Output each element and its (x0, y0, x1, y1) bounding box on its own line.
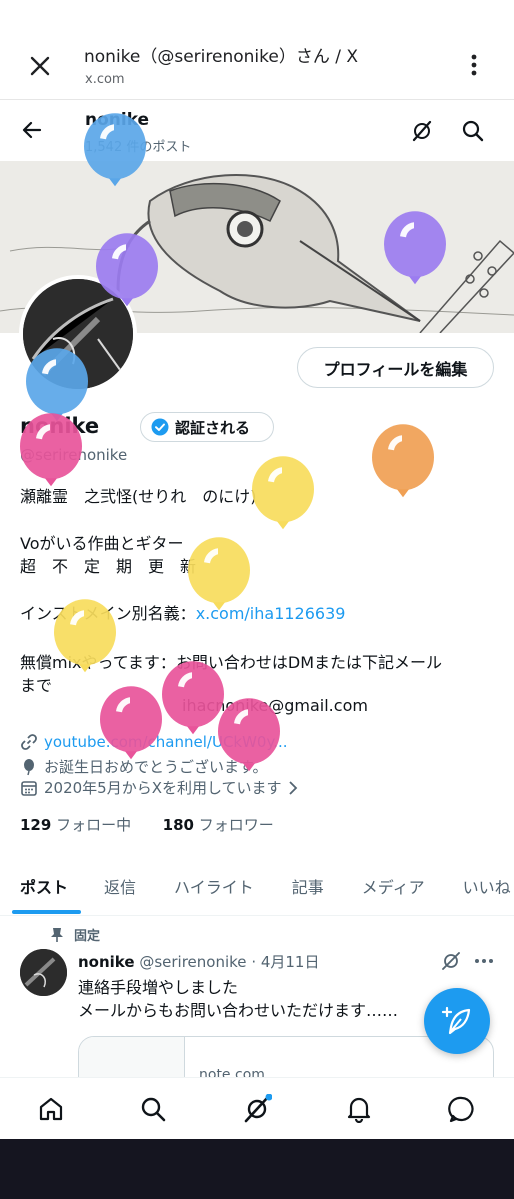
more-vertical-icon[interactable] (462, 50, 486, 80)
browser-url[interactable]: x.com (85, 72, 125, 87)
tab-articles[interactable]: 記事 (292, 858, 362, 914)
balloon (370, 423, 436, 506)
post-handle[interactable]: @serirenonike (139, 953, 246, 971)
tab-highlights[interactable]: ハイライト (174, 858, 292, 914)
balloon (186, 536, 252, 619)
balloon (18, 412, 84, 495)
following-link[interactable]: 129 フォロー中 (20, 816, 131, 834)
system-navigation-bar (0, 1139, 514, 1199)
joined-row[interactable]: 2020年5月からXを利用しています (20, 777, 298, 798)
joined-text: 2020年5月からXを利用しています (44, 779, 282, 797)
grok-icon[interactable] (240, 1092, 274, 1126)
search-icon[interactable] (136, 1092, 170, 1126)
notifications-bell-icon[interactable] (342, 1092, 376, 1126)
post-text-line: 連絡手段増やしました (78, 978, 239, 997)
get-verified-button[interactable]: 認証される (140, 412, 274, 442)
post-author[interactable]: nonike (78, 953, 135, 971)
home-icon[interactable] (34, 1092, 68, 1126)
following-count: 129 (20, 816, 52, 834)
calendar-icon (20, 779, 38, 797)
followers-link[interactable]: 180 フォロワー (163, 816, 274, 834)
get-verified-label: 認証される (175, 418, 251, 437)
balloon (216, 697, 282, 780)
tab-posts[interactable]: ポスト (0, 858, 104, 914)
pinned-text: 固定 (74, 929, 101, 944)
browser-title: nonike（@serirenonike）さん / X (84, 47, 359, 67)
edit-profile-button[interactable]: プロフィールを編集 (297, 347, 494, 388)
chevron-right-icon (288, 780, 298, 795)
pinned-label: 固定 (50, 925, 100, 944)
verified-badge-icon (151, 418, 169, 436)
tab-replies[interactable]: 返信 (104, 858, 174, 914)
followers-count: 180 (162, 816, 194, 834)
grok-icon[interactable] (440, 950, 462, 972)
balloon (250, 455, 316, 538)
search-icon[interactable] (456, 114, 490, 148)
tab-likes[interactable]: いいね (463, 858, 514, 914)
balloon (52, 598, 118, 681)
bio-line: まで (20, 676, 53, 695)
close-icon[interactable] (22, 48, 58, 84)
link-icon (20, 733, 38, 751)
following-label: フォロー中 (56, 816, 132, 834)
bottom-navigation (0, 1077, 514, 1139)
post-date[interactable]: · 4月11日 (251, 953, 319, 971)
post-text: 連絡手段増やしました メールからもお問い合わせいただけます…… (78, 976, 398, 1022)
bio-line: Voがいる作曲とギター (20, 534, 184, 553)
back-arrow-icon[interactable] (14, 112, 50, 148)
balloon (98, 685, 164, 768)
profile-tabs: ポスト 返信 ハイライト 記事 メディア いいね (0, 858, 514, 916)
compose-post-button[interactable] (424, 988, 490, 1054)
tab-media[interactable]: メディア (362, 858, 463, 914)
more-horizontal-icon[interactable] (472, 950, 496, 972)
messages-icon[interactable] (445, 1092, 479, 1126)
followers-label: フォロワー (198, 816, 274, 834)
balloon (382, 210, 448, 293)
balloon-icon (20, 758, 38, 776)
active-tab-indicator (12, 910, 81, 914)
post-avatar[interactable] (20, 949, 67, 996)
balloon (94, 232, 160, 315)
follow-stats: 129 フォロー中 180 フォロワー (20, 814, 274, 835)
bio-line: 超 不 定 期 更 新 (20, 557, 197, 576)
post-header: nonike @serirenonike · 4月11日 (78, 951, 319, 972)
post-text-line: メールからもお問い合わせいただけます…… (78, 1001, 399, 1020)
grok-icon[interactable] (405, 114, 439, 148)
pin-icon (50, 927, 64, 943)
balloon (82, 112, 148, 195)
feather-plus-icon (441, 1006, 471, 1035)
